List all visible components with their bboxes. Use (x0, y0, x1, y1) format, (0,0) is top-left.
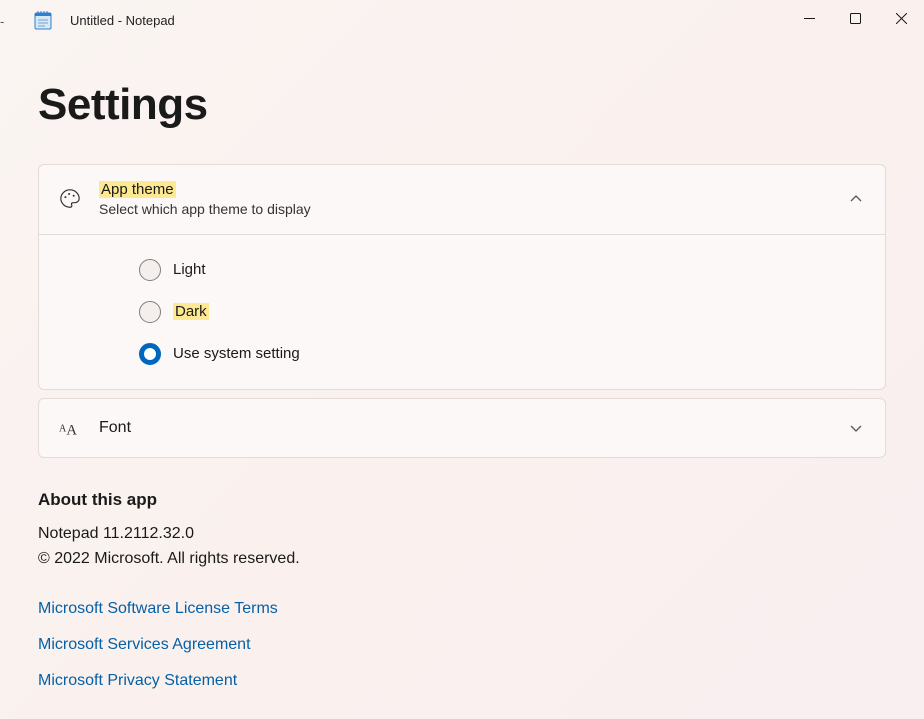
theme-options: Light Dark Use system setting (39, 234, 885, 389)
theme-option-system[interactable]: Use system setting (39, 333, 885, 375)
radio-icon (139, 301, 161, 323)
radio-icon (139, 259, 161, 281)
link-services[interactable]: Microsoft Services Agreement (38, 636, 886, 654)
chevron-down-icon (847, 419, 865, 437)
theme-title: App theme (99, 179, 847, 200)
theme-subtitle: Select which app theme to display (99, 200, 847, 220)
theme-card: App theme Select which app theme to disp… (38, 164, 886, 390)
palette-icon (59, 188, 81, 210)
minimize-button[interactable] (786, 0, 832, 36)
radio-label: Dark (173, 303, 209, 320)
svg-text:A: A (66, 422, 77, 438)
page-title: Settings (38, 80, 886, 130)
chevron-up-icon (847, 190, 865, 208)
theme-option-dark[interactable]: Dark (39, 291, 885, 333)
link-privacy[interactable]: Microsoft Privacy Statement (38, 672, 886, 690)
notepad-icon (34, 10, 52, 30)
close-button[interactable] (878, 0, 924, 36)
radio-label: Light (173, 261, 206, 278)
window-title: Untitled - Notepad (70, 13, 175, 28)
about-product: Notepad 11.2112.32.0 (38, 522, 886, 547)
radio-label: Use system setting (173, 345, 300, 362)
maximize-button[interactable] (832, 0, 878, 36)
font-icon: A A (59, 417, 81, 439)
font-card: A A Font (38, 398, 886, 458)
title-bar: - Untitled - Notepad (0, 0, 924, 40)
font-title: Font (99, 417, 847, 439)
prev-window-edge: - (0, 14, 4, 29)
theme-option-light[interactable]: Light (39, 249, 885, 291)
link-license[interactable]: Microsoft Software License Terms (38, 600, 886, 618)
radio-icon (139, 343, 161, 365)
about-heading: About this app (38, 490, 886, 510)
font-card-header[interactable]: A A Font (39, 399, 885, 457)
theme-card-header[interactable]: App theme Select which app theme to disp… (39, 165, 885, 234)
about-copyright: © 2022 Microsoft. All rights reserved. (38, 547, 886, 572)
